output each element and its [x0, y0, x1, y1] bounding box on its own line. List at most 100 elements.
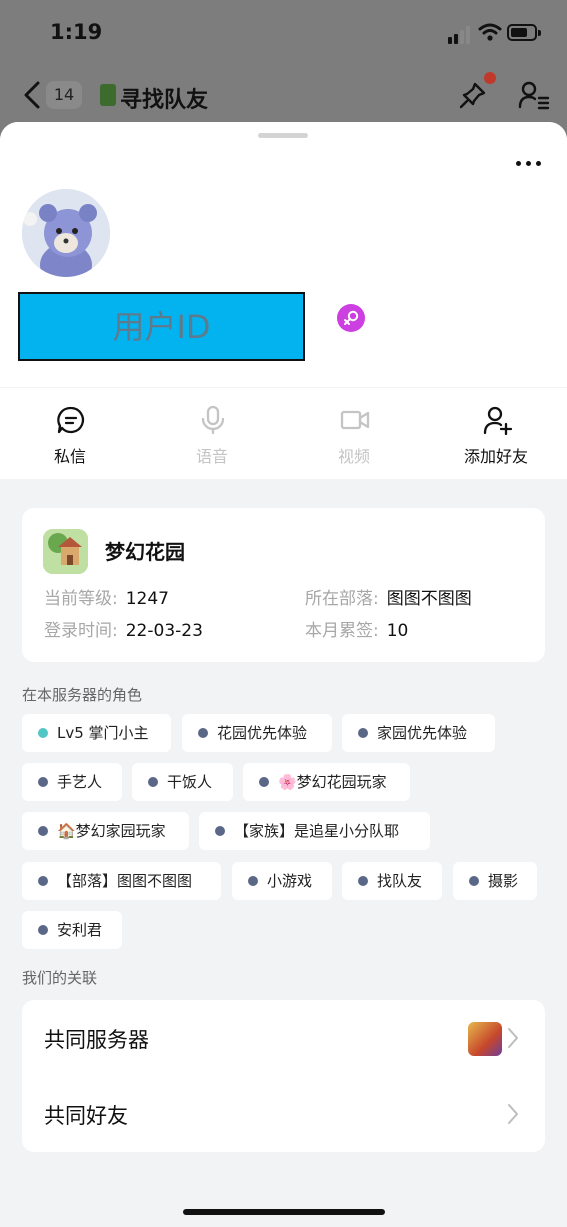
role-dot [148, 777, 158, 787]
battery-icon [507, 24, 541, 41]
profile-header: 用户ID [0, 122, 567, 387]
signal-icon [448, 26, 472, 44]
video-button[interactable]: 视频 [304, 388, 404, 480]
roles-section-title: 在本服务器的角色 [22, 686, 143, 704]
message-label: 私信 [53, 447, 86, 466]
wifi-icon [478, 23, 502, 41]
role-dot [38, 925, 48, 935]
add-friend-label: 添加好友 [463, 447, 528, 466]
mutual-servers-label: 共同服务器 [44, 1028, 149, 1052]
message-icon [57, 406, 85, 434]
more-icon[interactable] [514, 158, 544, 168]
chevron-right-icon [508, 1104, 518, 1124]
level-info: 当前等级: 1247 [44, 584, 169, 609]
role-label: 家园优先体验 [377, 724, 468, 742]
tribe-label: 所在部落: [305, 589, 379, 609]
role-dot [358, 876, 368, 886]
user-id: 用户ID [112, 308, 211, 346]
role-label: 手艺人 [57, 773, 103, 791]
mic-icon [201, 405, 225, 435]
avatar[interactable] [22, 189, 110, 277]
role-dot [38, 777, 48, 787]
role-tag[interactable]: 摄影 [453, 862, 537, 900]
role-tag[interactable]: 找队友 [342, 862, 442, 900]
game-card[interactable]: 梦幻花园 当前等级: 1247 所在部落: 图图不图图 登录时间: 22-03-23 … [22, 508, 545, 662]
add-friend-icon [483, 406, 512, 435]
user-id-redaction: 用户ID [18, 292, 305, 361]
login-info: 登录时间: 22-03-23 [44, 616, 203, 641]
channel-title: 寻找队友 [120, 88, 209, 113]
role-tag[interactable]: 花园优先体验 [182, 714, 332, 752]
checkin-label: 本月累签: [305, 621, 379, 641]
relation-section-title: 我们的关联 [22, 969, 98, 987]
tribe-value: 图图不图图 [386, 589, 472, 609]
back-icon[interactable] [22, 80, 42, 110]
role-label: 【家族】是追星小分队耶 [234, 822, 400, 840]
role-label: 花园优先体验 [217, 724, 308, 742]
role-tag[interactable]: 干饭人 [132, 763, 233, 801]
drag-handle[interactable] [258, 133, 308, 138]
role-label: 找队友 [377, 872, 423, 890]
channel-icon [100, 84, 116, 106]
tribe-info: 所在部落: 图图不图图 [305, 584, 472, 609]
mutual-friends-row[interactable]: 共同好友 [22, 1076, 545, 1152]
mutual-friends-label: 共同好友 [44, 1104, 128, 1128]
role-dot [38, 728, 48, 738]
relation-card: 共同服务器 共同好友 [22, 1000, 545, 1152]
game-icon [43, 529, 88, 574]
home-indicator [183, 1209, 385, 1215]
role-label: 摄影 [488, 872, 519, 890]
pin-icon[interactable] [458, 80, 488, 110]
role-label: 小游戏 [267, 872, 313, 890]
role-dot [469, 876, 479, 886]
chevron-right-icon [508, 1028, 518, 1048]
members-icon[interactable] [518, 80, 550, 110]
checkin-info: 本月累签: 10 [305, 616, 408, 641]
notification-dot [484, 72, 496, 84]
role-tag[interactable]: Lv5 掌门小主 [22, 714, 171, 752]
role-dot [38, 826, 48, 836]
login-value: 22-03-23 [125, 621, 203, 641]
level-value: 1247 [125, 589, 169, 609]
role-tag[interactable]: 家园优先体验 [342, 714, 495, 752]
role-dot [38, 876, 48, 886]
video-icon [340, 410, 370, 430]
role-dot [248, 876, 258, 886]
status-time: 1:19 [50, 20, 103, 44]
voice-button[interactable]: 语音 [162, 388, 262, 480]
role-label: 🌸梦幻花园玩家 [278, 773, 387, 791]
role-label: 安利君 [57, 921, 103, 939]
profile-sheet: 用户ID 私信 语音 视频 添加好友 梦幻花园 当前等级: 1247 所在部落:… [0, 122, 567, 1227]
role-label: Lv5 掌门小主 [57, 724, 149, 742]
role-label: 【部落】图图不图图 [57, 872, 193, 890]
role-tag[interactable]: 手艺人 [22, 763, 122, 801]
role-tag[interactable]: 【家族】是追星小分队耶 [199, 812, 430, 850]
mutual-servers-row[interactable]: 共同服务器 [22, 1000, 545, 1076]
role-dot [358, 728, 368, 738]
unread-count-badge[interactable]: 14 [46, 81, 82, 109]
chat-header: 14 寻找队友 [0, 70, 567, 122]
voice-label: 语音 [195, 447, 228, 466]
role-dot [259, 777, 269, 787]
login-label: 登录时间: [44, 621, 118, 641]
role-tag[interactable]: 【部落】图图不图图 [22, 862, 221, 900]
add-friend-button[interactable]: 添加好友 [446, 388, 546, 480]
role-tag[interactable]: 🏠梦幻家园玩家 [22, 812, 189, 850]
game-name: 梦幻花园 [105, 540, 185, 564]
server-thumbnail [468, 1022, 502, 1056]
level-label: 当前等级: [44, 589, 118, 609]
role-dot [215, 826, 225, 836]
role-tag[interactable]: 安利君 [22, 911, 122, 949]
avatar-image [22, 189, 110, 277]
role-tag[interactable]: 小游戏 [232, 862, 332, 900]
checkin-value: 10 [386, 621, 409, 641]
role-label: 🏠梦幻家园玩家 [57, 822, 166, 840]
role-dot [198, 728, 208, 738]
action-row: 私信 语音 视频 添加好友 [0, 387, 567, 479]
role-tag[interactable]: 🌸梦幻花园玩家 [243, 763, 410, 801]
role-label: 干饭人 [167, 773, 213, 791]
female-icon [337, 304, 365, 332]
status-bar: 1:19 [0, 0, 567, 64]
message-button[interactable]: 私信 [20, 388, 120, 480]
video-label: 视频 [337, 447, 370, 466]
